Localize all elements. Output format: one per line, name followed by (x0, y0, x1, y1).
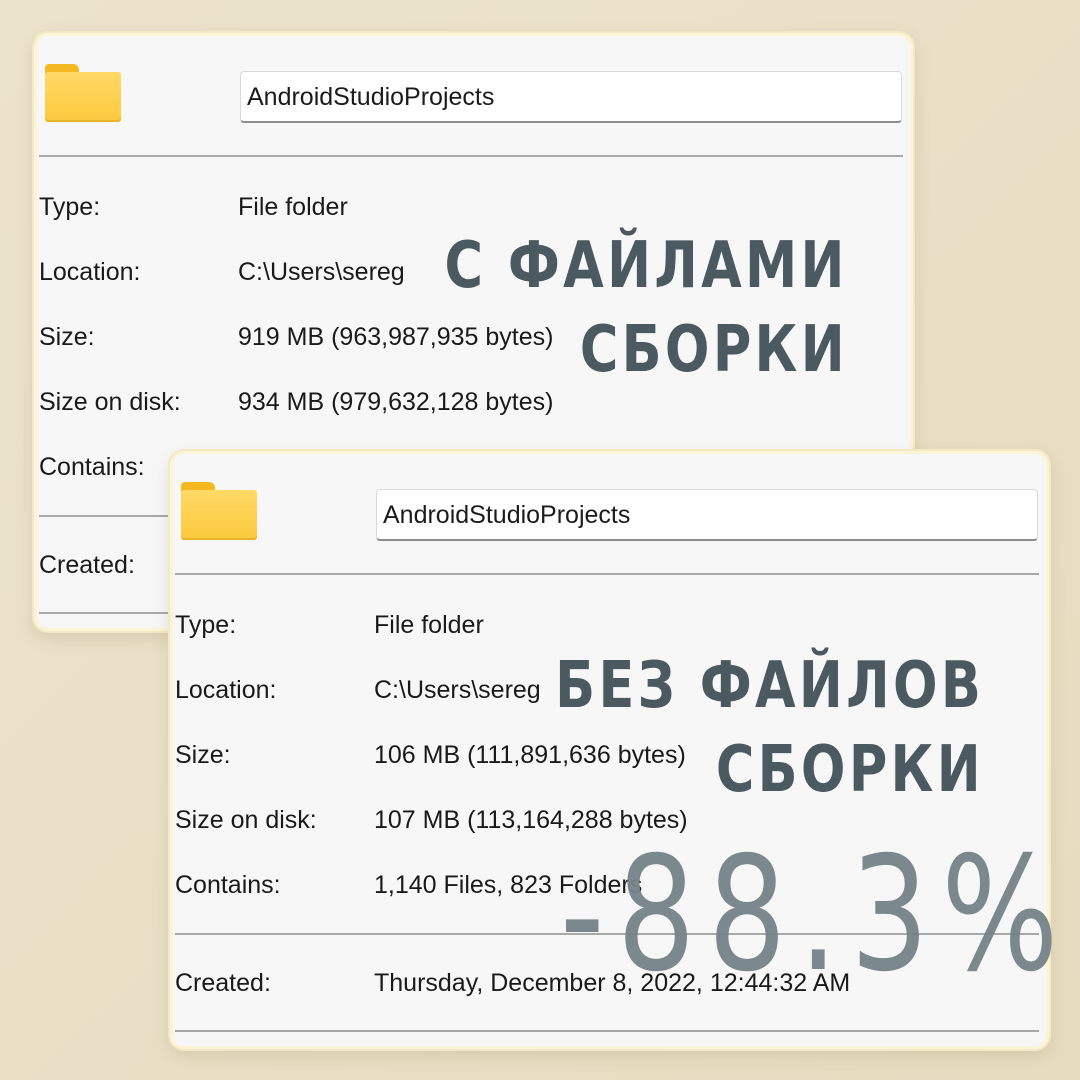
with-build-files-heading: С ФАЙЛАМИ (444, 229, 848, 303)
created-label: Created: (39, 551, 135, 579)
size-value: 106 MB (111,891,636 bytes) (374, 741, 686, 769)
folder-name-field[interactable]: AndroidStudioProjects (376, 489, 1038, 541)
without-build-files-heading: БЕЗ ФАЙЛОВ (555, 649, 984, 723)
location-value: C:\Users\sereg (238, 258, 405, 286)
type-value: File folder (238, 193, 348, 221)
size-on-disk-label: Size on disk: (175, 806, 317, 834)
with-build-files-heading-line2: СБОРКИ (579, 313, 848, 387)
created-label: Created: (175, 969, 271, 997)
location-label: Location: (175, 676, 277, 704)
size-label: Size: (39, 323, 95, 351)
divider (175, 573, 1039, 575)
divider (39, 155, 903, 157)
size-on-disk-value: 934 MB (979,632,128 bytes) (238, 388, 554, 416)
location-value: C:\Users\sereg (374, 676, 541, 704)
folder-icon (43, 64, 123, 124)
size-on-disk-label: Size on disk: (39, 388, 181, 416)
contains-label: Contains: (39, 453, 145, 481)
without-build-files-heading-line2: СБОРКИ (715, 733, 984, 807)
folder-icon (179, 482, 259, 542)
size-value: 919 MB (963,987,935 bytes) (238, 323, 554, 351)
divider (175, 1030, 1039, 1032)
location-label: Location: (39, 258, 141, 286)
folder-name-field[interactable]: AndroidStudioProjects (240, 71, 902, 123)
size-reduction-percent: -88.3% (560, 823, 1071, 1007)
type-label: Type: (39, 193, 101, 221)
size-label: Size: (175, 741, 231, 769)
contains-label: Contains: (175, 871, 281, 899)
type-value: File folder (374, 611, 484, 639)
type-label: Type: (175, 611, 237, 639)
